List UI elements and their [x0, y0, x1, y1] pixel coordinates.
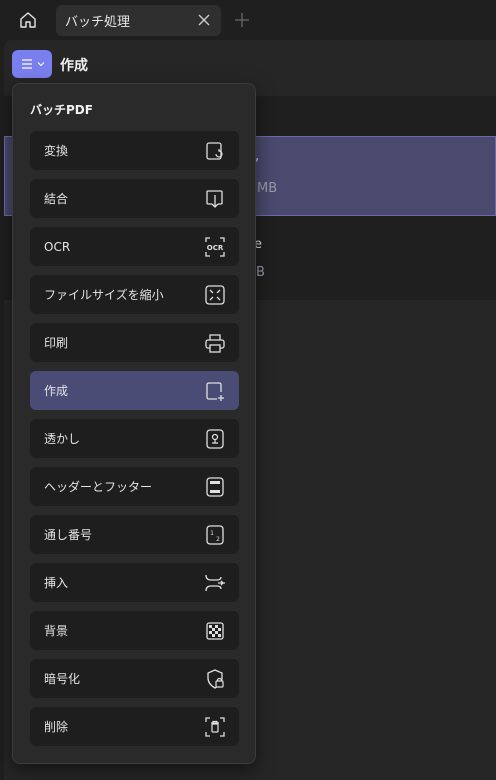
- file-size-fragment: MB: [257, 181, 278, 196]
- menu-item-delete[interactable]: 削除: [30, 707, 239, 746]
- tab-batch[interactable]: バッチ処理: [56, 5, 221, 36]
- chevron-down-icon: [37, 62, 44, 67]
- bates-number-icon: 12: [204, 524, 226, 546]
- menu-item-combine[interactable]: 結合: [30, 179, 239, 218]
- menu-item-print[interactable]: 印刷: [30, 323, 239, 362]
- create-icon: [204, 380, 226, 402]
- insert-icon: [204, 572, 226, 594]
- menu-toggle-button[interactable]: [12, 50, 52, 78]
- menu-item-label: ヘッダーとフッター: [44, 480, 153, 494]
- menu-item-label: 結合: [44, 192, 69, 206]
- menu-item-label: 削除: [44, 720, 69, 734]
- menu-item-insert[interactable]: 挿入: [30, 563, 239, 602]
- tab-bar: バッチ処理: [0, 0, 496, 40]
- svg-text:OCR: OCR: [207, 244, 224, 252]
- menu-item-background[interactable]: 背景: [30, 611, 239, 650]
- header-footer-icon: [204, 476, 226, 498]
- print-icon: [204, 332, 226, 354]
- menu-item-header-footer[interactable]: ヘッダーとフッター: [30, 467, 239, 506]
- menu-item-label: 通し番号: [44, 528, 93, 542]
- tab-label: バッチ処理: [65, 15, 131, 30]
- background-icon: [204, 620, 226, 642]
- menu-item-label: 印刷: [44, 336, 69, 350]
- file-size-fragment: B: [256, 265, 265, 280]
- menu-item-label: ファイルサイズを縮小: [44, 288, 164, 302]
- watermark-icon: [204, 428, 226, 450]
- ocr-icon: OCR: [204, 236, 226, 258]
- menu-item-compress[interactable]: ファイルサイズを縮小: [30, 275, 239, 314]
- menu-item-label: 変換: [44, 144, 69, 158]
- menu-title: バッチPDF: [30, 103, 93, 117]
- home-button[interactable]: [12, 6, 44, 34]
- svg-text:1: 1: [210, 530, 214, 537]
- combine-icon: [204, 188, 226, 210]
- menu-item-label: 作成: [44, 384, 69, 398]
- menu-item-watermark[interactable]: 透かし: [30, 419, 239, 458]
- svg-text:2: 2: [216, 536, 220, 543]
- close-icon[interactable]: [197, 13, 211, 27]
- menu-item-label: 暗号化: [44, 672, 81, 686]
- add-tab-icon[interactable]: [232, 10, 252, 30]
- delete-icon: [204, 716, 226, 738]
- convert-icon: [204, 140, 226, 162]
- menu-item-ocr[interactable]: OCR OCR: [30, 227, 239, 266]
- menu-item-label: 透かし: [44, 432, 81, 446]
- compress-icon: [204, 284, 226, 306]
- menu-item-create[interactable]: 作成: [30, 371, 239, 410]
- menu-item-label: 挿入: [44, 576, 69, 590]
- batch-pdf-menu: バッチPDF 変換 結合 OCR OCR ファイルサイズを縮小 印刷 作成 透か…: [12, 83, 256, 764]
- menu-item-bates-number[interactable]: 通し番号 12: [30, 515, 239, 554]
- page-title: 作成: [60, 58, 88, 74]
- menu-item-convert[interactable]: 変換: [30, 131, 239, 170]
- menu-item-label: 背景: [44, 624, 69, 638]
- list-icon: [21, 59, 32, 69]
- encrypt-icon: [204, 668, 226, 690]
- home-icon: [20, 12, 36, 28]
- menu-item-encrypt[interactable]: 暗号化: [30, 659, 239, 698]
- menu-item-label: OCR: [44, 239, 71, 254]
